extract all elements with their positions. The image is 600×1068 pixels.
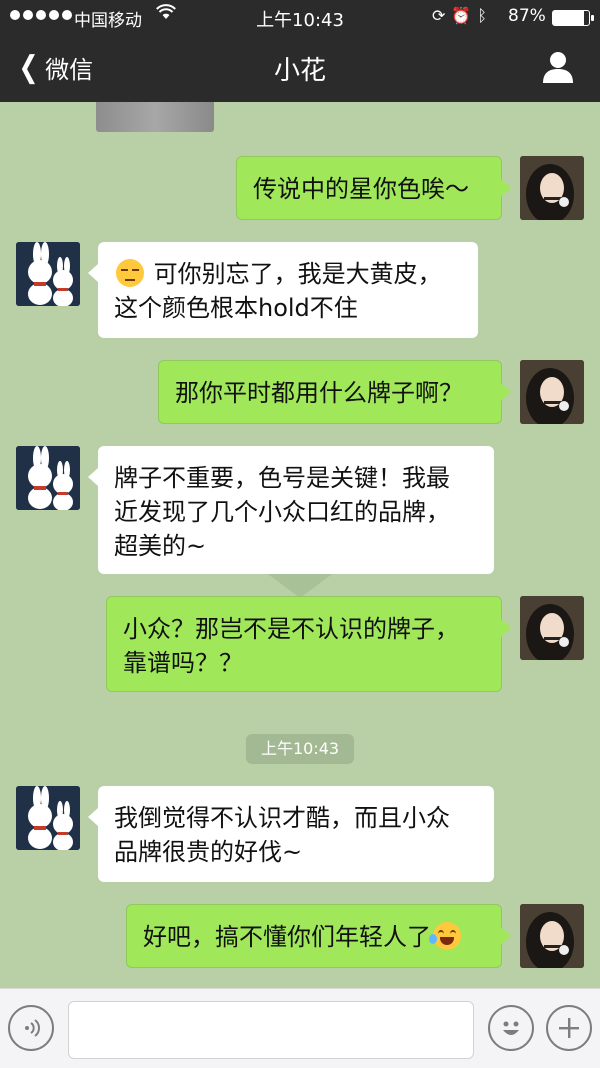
message-text: 可你别忘了，我是大黄皮， — [153, 260, 442, 288]
message-text: 我倒觉得不认识才酷，而且小众 — [114, 804, 450, 832]
top-bar: 中国移动 上午10:43 ⟳⏰ᛒ 87% ❮ 微信 小花 — [0, 0, 600, 102]
contact-avatar[interactable] — [16, 242, 80, 306]
status-bar: 中国移动 上午10:43 ⟳⏰ᛒ 87% — [0, 0, 600, 34]
person-icon — [543, 52, 573, 83]
bubble-shadow — [268, 574, 332, 598]
girl-avatar-image — [520, 904, 584, 968]
plus-icon — [559, 1018, 579, 1038]
image-message-partial[interactable] — [96, 102, 214, 132]
girl-avatar-image — [520, 156, 584, 220]
rotation-lock-icon: ⟳ — [432, 6, 452, 25]
voice-button[interactable] — [8, 1005, 54, 1051]
page-title: 小花 — [273, 56, 326, 86]
message-bubble-out[interactable]: 好吧，搞不懂你们年轻人了 — [126, 904, 511, 968]
message-text: 这个颜色根本hold不住 — [114, 294, 358, 322]
message-input[interactable] — [68, 1001, 474, 1059]
chat-info-button[interactable] — [540, 50, 580, 86]
rabbit-avatar-image — [16, 242, 80, 306]
input-bar — [0, 988, 600, 1068]
alarm-icon: ⏰ — [451, 6, 478, 25]
smiley-icon — [503, 1021, 519, 1035]
message-text: 牌子不重要，色号是关键！我最 — [114, 464, 450, 492]
emoji-button[interactable] — [488, 1005, 534, 1051]
bluetooth-icon: ᛒ — [477, 6, 493, 25]
my-avatar[interactable] — [520, 904, 584, 968]
rabbit-avatar-image — [16, 446, 80, 510]
contact-avatar[interactable] — [16, 446, 80, 510]
message-text: 超美的~ — [114, 532, 207, 560]
message-text: 靠谱吗？？ — [123, 649, 243, 677]
battery-percent: 87% — [508, 6, 546, 26]
message-text: 那你平时都用什么牌子啊？ — [175, 379, 463, 407]
message-text: 近发现了几个小众口红的品牌， — [114, 498, 450, 526]
battery-icon — [552, 10, 594, 26]
status-icons: ⟳⏰ᛒ — [432, 6, 493, 25]
laugh-cry-emoji-icon — [429, 922, 461, 950]
voice-icon — [25, 1019, 40, 1037]
girl-avatar-image — [520, 360, 584, 424]
rabbit-avatar-image — [16, 786, 80, 850]
message-bubble-out[interactable]: 传说中的星你色唉～ — [236, 156, 511, 220]
chat-area[interactable]: 传说中的星你色唉～ 可你别忘了，我是大黄皮， 这个颜色根本hold不住 那你平时… — [0, 102, 600, 988]
message-text: 小众？那岂不是不认识的牌子， — [123, 615, 459, 643]
contact-avatar[interactable] — [16, 786, 80, 850]
message-text: 品牌很贵的好伐~ — [114, 838, 303, 866]
message-bubble-out[interactable]: 小众？那岂不是不认识的牌子， 靠谱吗？？ — [106, 596, 511, 692]
girl-avatar-image — [520, 596, 584, 660]
my-avatar[interactable] — [520, 596, 584, 660]
timestamp-separator: 上午10:43 — [246, 734, 354, 764]
message-bubble-in[interactable]: 牌子不重要，色号是关键！我最 近发现了几个小众口红的品牌， 超美的~ — [88, 446, 494, 574]
my-avatar[interactable] — [520, 360, 584, 424]
sulk-emoji-icon — [116, 259, 144, 287]
message-text: 传说中的星你色唉～ — [253, 175, 469, 203]
message-bubble-in[interactable]: 可你别忘了，我是大黄皮， 这个颜色根本hold不住 — [88, 242, 478, 338]
message-text: 好吧，搞不懂你们年轻人了 — [143, 923, 431, 951]
more-options-button[interactable] — [546, 1005, 592, 1051]
message-bubble-out[interactable]: 那你平时都用什么牌子啊？ — [158, 360, 511, 424]
message-bubble-in[interactable]: 我倒觉得不认识才酷，而且小众 品牌很贵的好伐~ — [88, 786, 494, 882]
my-avatar[interactable] — [520, 156, 584, 220]
